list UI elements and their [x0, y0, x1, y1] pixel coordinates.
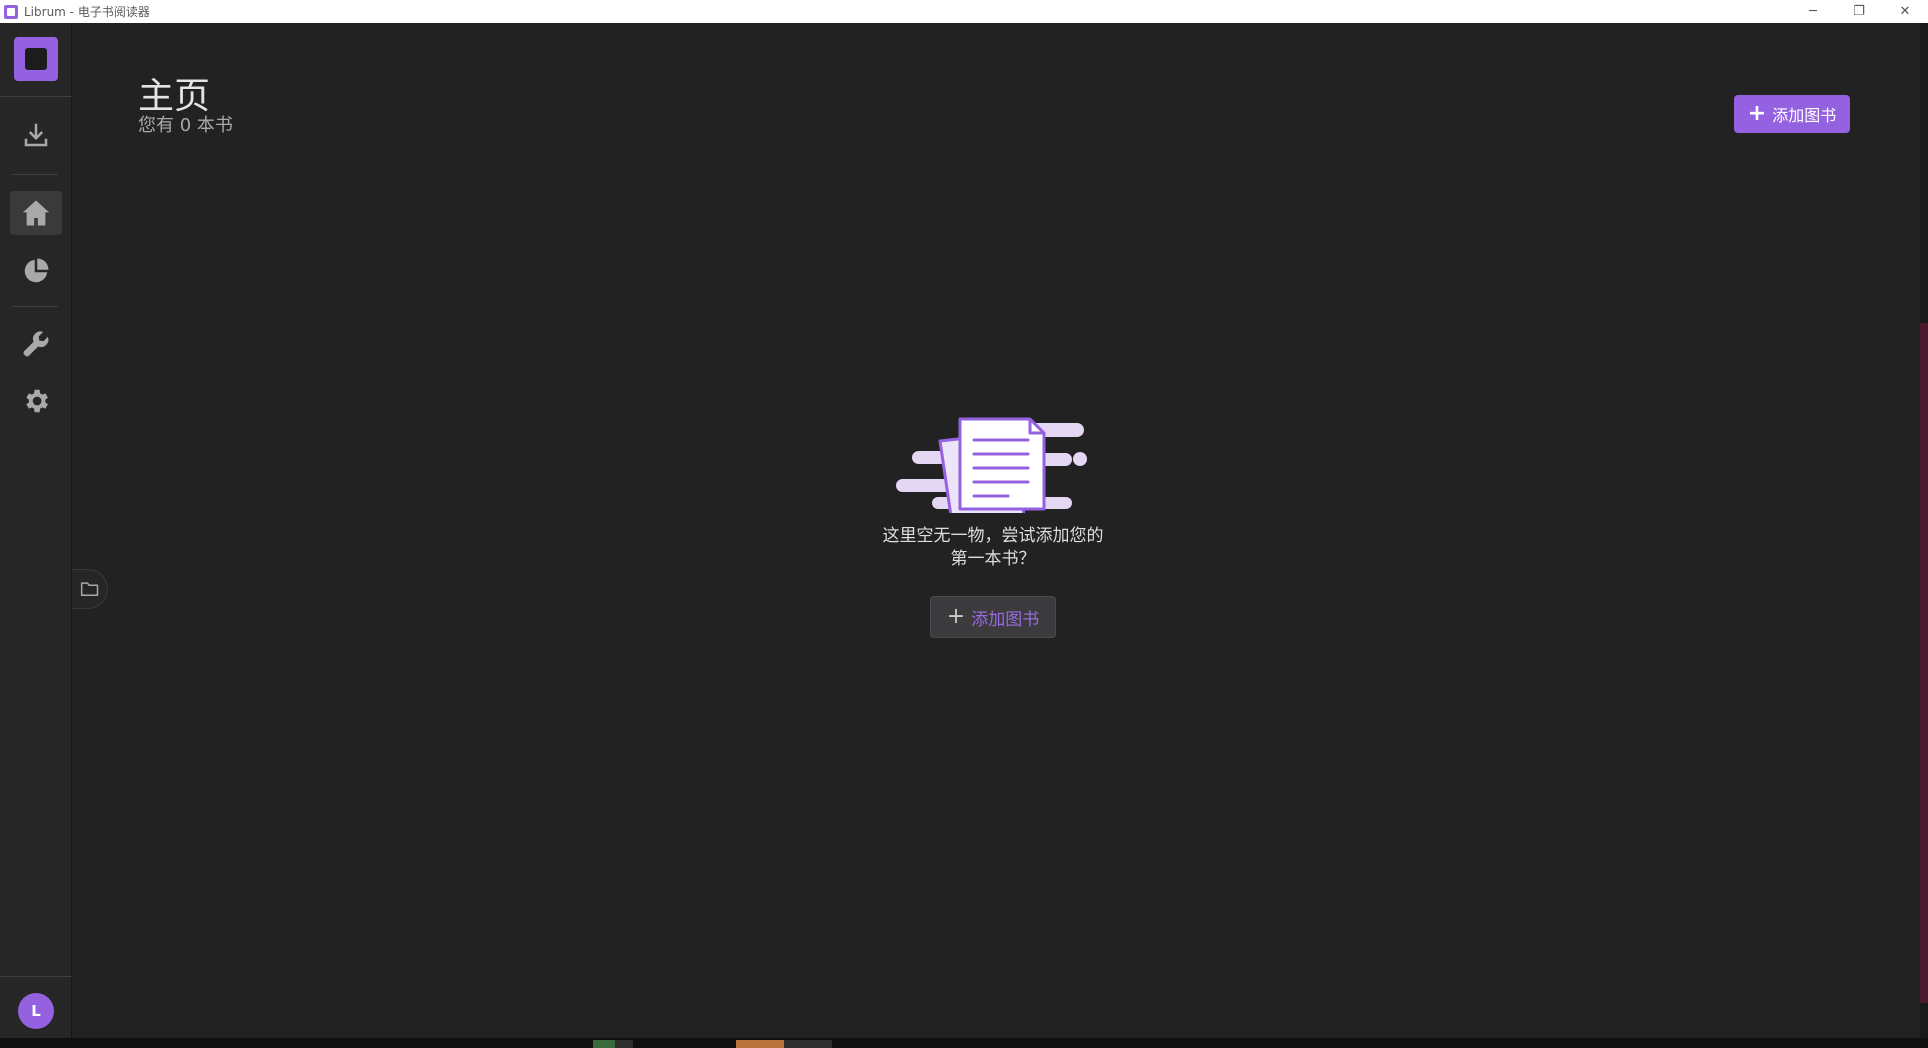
taskbar-strip — [0, 1038, 1928, 1048]
window-controls: ─ ❐ ✕ — [1790, 0, 1928, 23]
download-icon — [24, 123, 48, 147]
plus-icon: + — [1747, 101, 1767, 126]
app-window: L 主页 您有 0 本书 + 添加图书 这里空无一物，尝试添加您的 第一本书？ … — [0, 23, 1920, 1038]
add-book-button[interactable]: + 添加图书 — [1734, 95, 1850, 133]
add-first-book-label: 添加图书 — [971, 609, 1040, 630]
window-title: Librum - 电子书阅读器 — [24, 5, 150, 19]
book-count: 您有 0 本书 — [138, 115, 233, 136]
window-edge — [1920, 23, 1928, 1048]
app-logo-icon — [4, 4, 18, 19]
background-accent — [1920, 323, 1928, 1003]
sidebar-item-download[interactable] — [10, 113, 62, 157]
empty-library-illustration — [896, 417, 1087, 513]
sidebar-item-home[interactable] — [10, 191, 62, 235]
sidebar-divider — [12, 174, 58, 175]
sidebar: L — [0, 23, 72, 1038]
add-first-book-button[interactable]: + 添加图书 — [930, 596, 1056, 638]
taskbar-item — [784, 1040, 832, 1048]
taskbar-item — [615, 1040, 633, 1048]
pie-chart-icon — [24, 258, 49, 283]
folder-panel-toggle[interactable] — [72, 569, 108, 609]
sidebar-divider — [12, 306, 58, 307]
sidebar-item-settings[interactable] — [10, 379, 62, 423]
sidebar-divider — [0, 96, 72, 97]
user-avatar[interactable]: L — [18, 993, 54, 1029]
add-book-label: 添加图书 — [1772, 106, 1837, 125]
empty-state-line-1: 这里空无一物，尝试添加您的 — [882, 526, 1104, 546]
sidebar-divider — [0, 976, 72, 977]
restore-button[interactable]: ❐ — [1836, 0, 1882, 23]
title-bar: Librum - 电子书阅读器 ─ ❐ ✕ — [0, 0, 1928, 23]
empty-state-line-2: 第一本书？ — [950, 549, 1036, 569]
folder-icon — [80, 582, 98, 596]
taskbar-item — [593, 1040, 615, 1048]
minimize-button[interactable]: ─ — [1790, 0, 1836, 23]
wrench-icon — [23, 331, 49, 357]
sidebar-item-statistics[interactable] — [10, 249, 62, 293]
gear-icon — [26, 389, 48, 413]
empty-state-message: 这里空无一物，尝试添加您的 第一本书？ — [820, 525, 1166, 571]
app-logo-icon — [25, 48, 47, 70]
app-logo-button[interactable] — [14, 37, 58, 81]
taskbar-item — [736, 1040, 784, 1048]
plus-icon: + — [946, 604, 966, 629]
close-button[interactable]: ✕ — [1882, 0, 1928, 23]
home-icon — [22, 200, 50, 226]
sidebar-item-tools[interactable] — [10, 322, 62, 366]
